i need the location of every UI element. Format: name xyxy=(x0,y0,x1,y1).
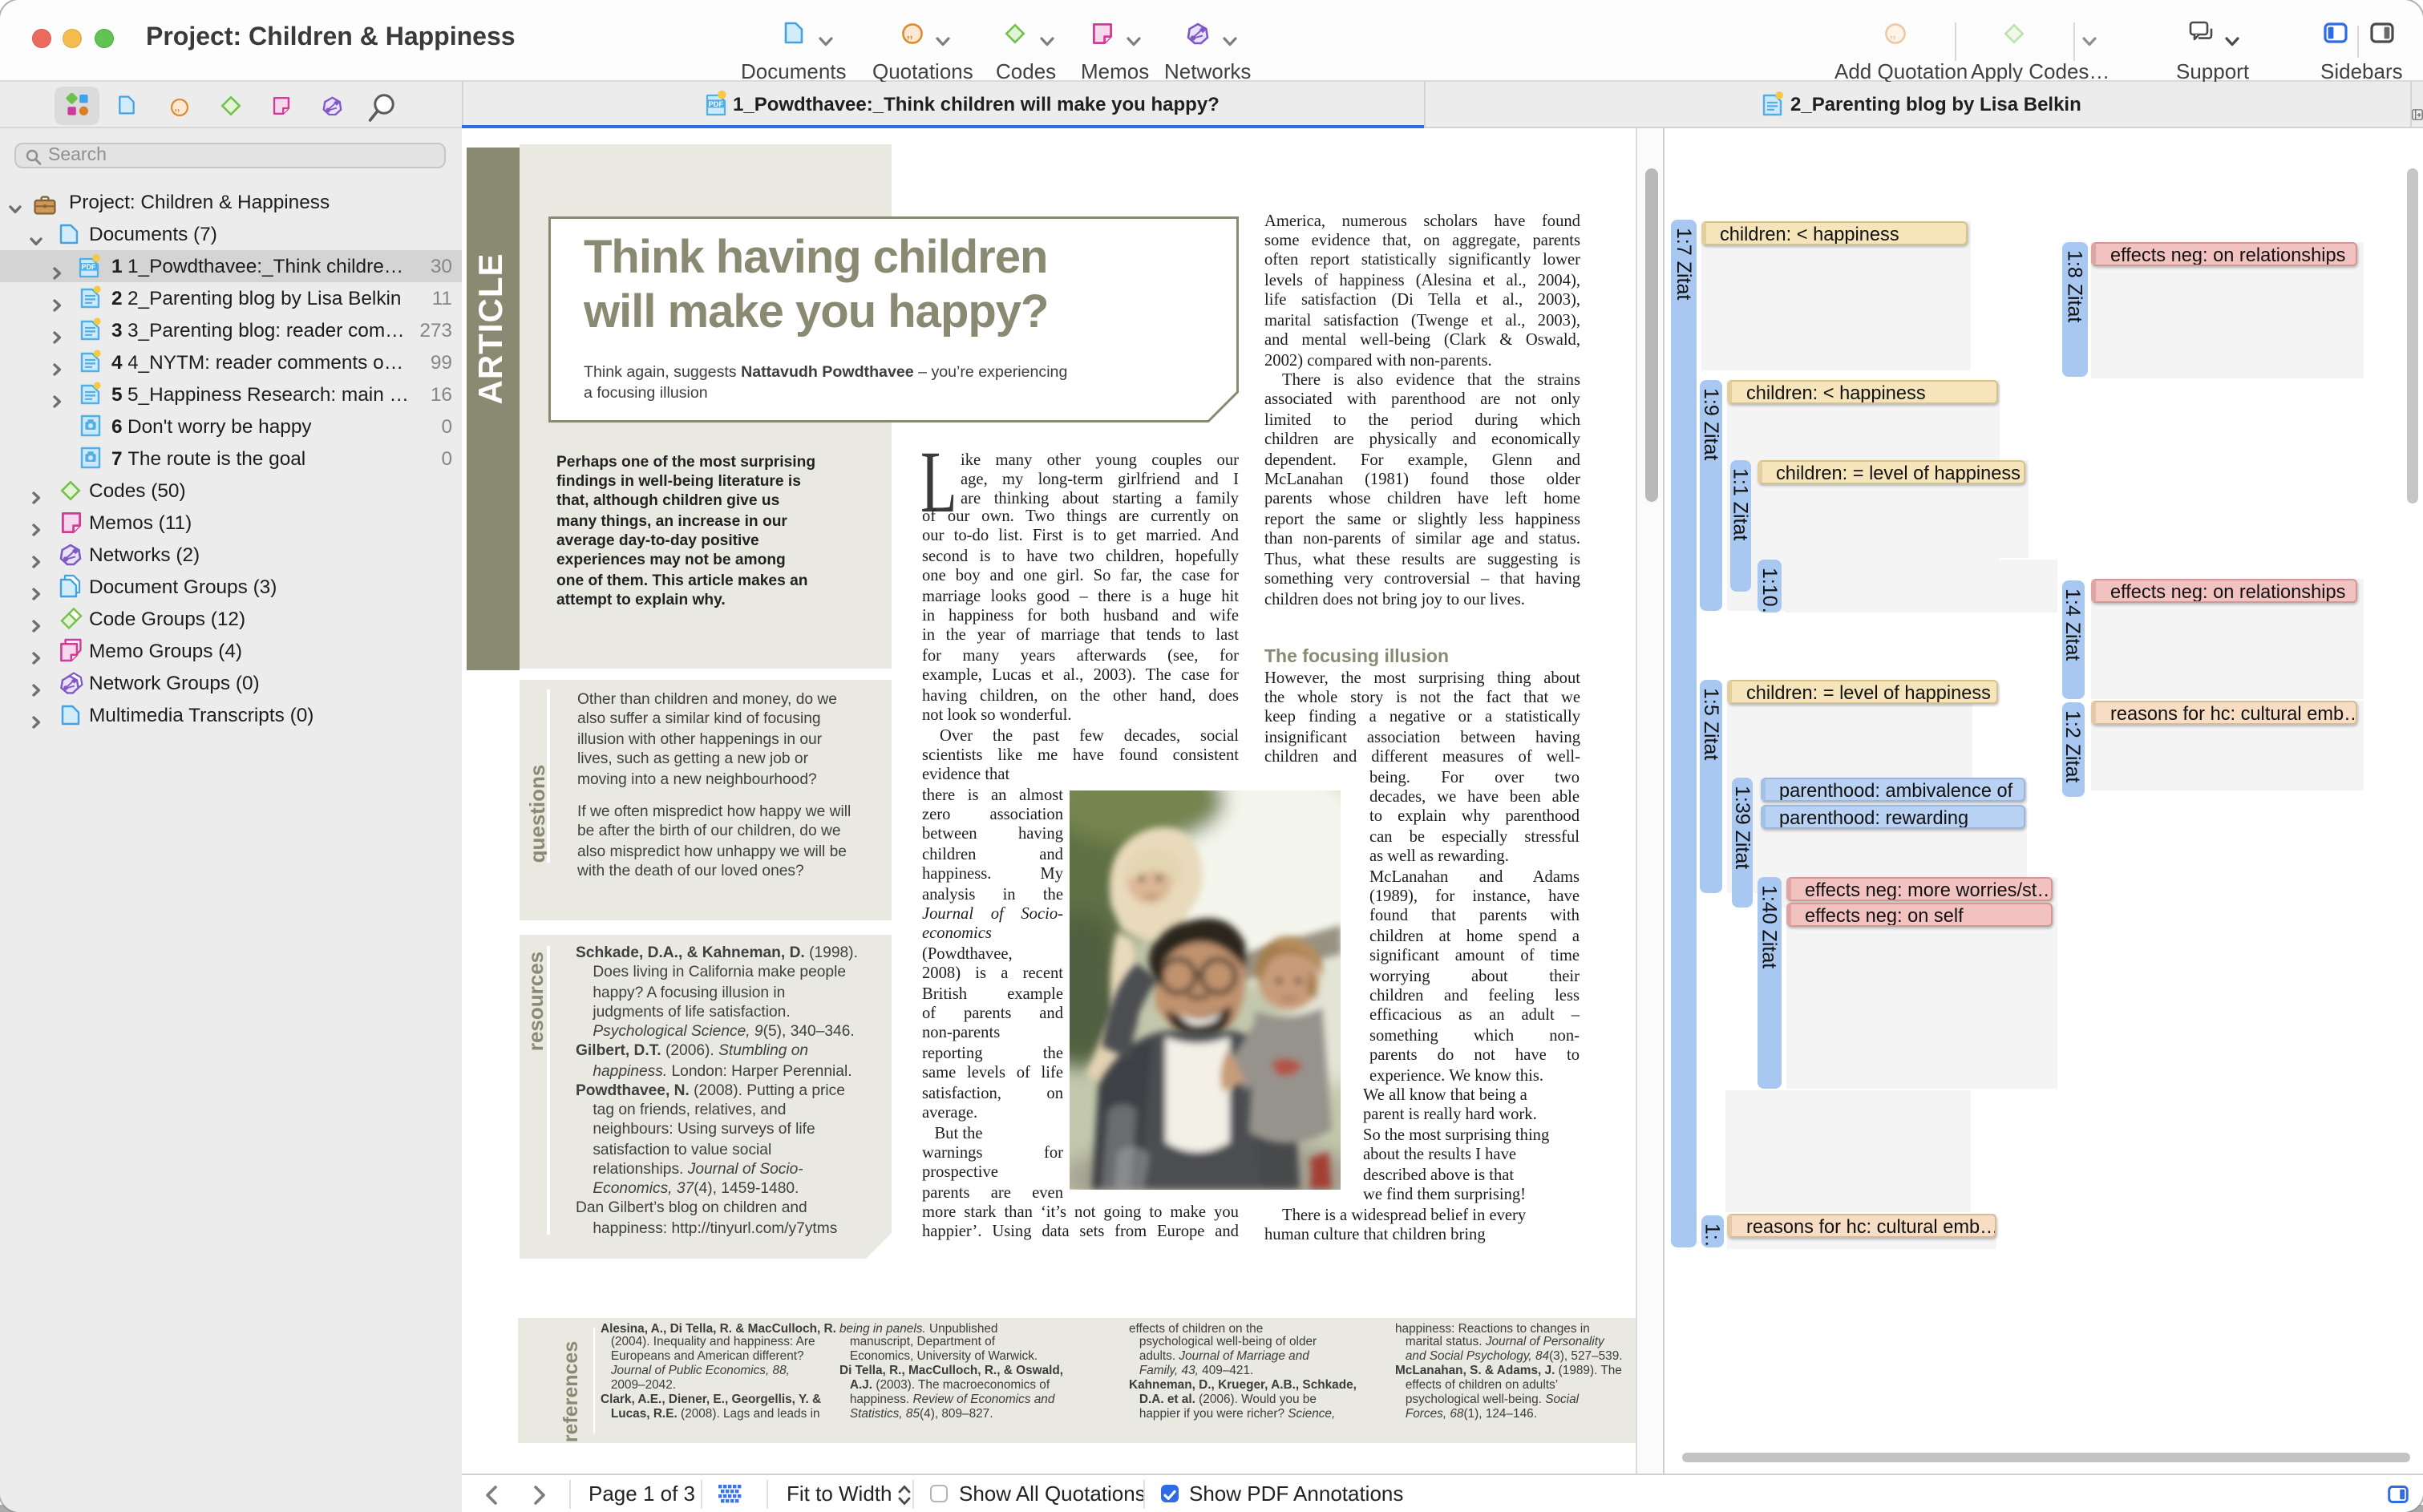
svg-text:,,: ,, xyxy=(174,101,180,112)
svg-text:,,: ,, xyxy=(1889,27,1895,40)
svg-text:PDF: PDF xyxy=(81,262,95,270)
svg-text:PDF: PDF xyxy=(709,100,724,108)
svg-text:,,: ,, xyxy=(906,27,912,40)
